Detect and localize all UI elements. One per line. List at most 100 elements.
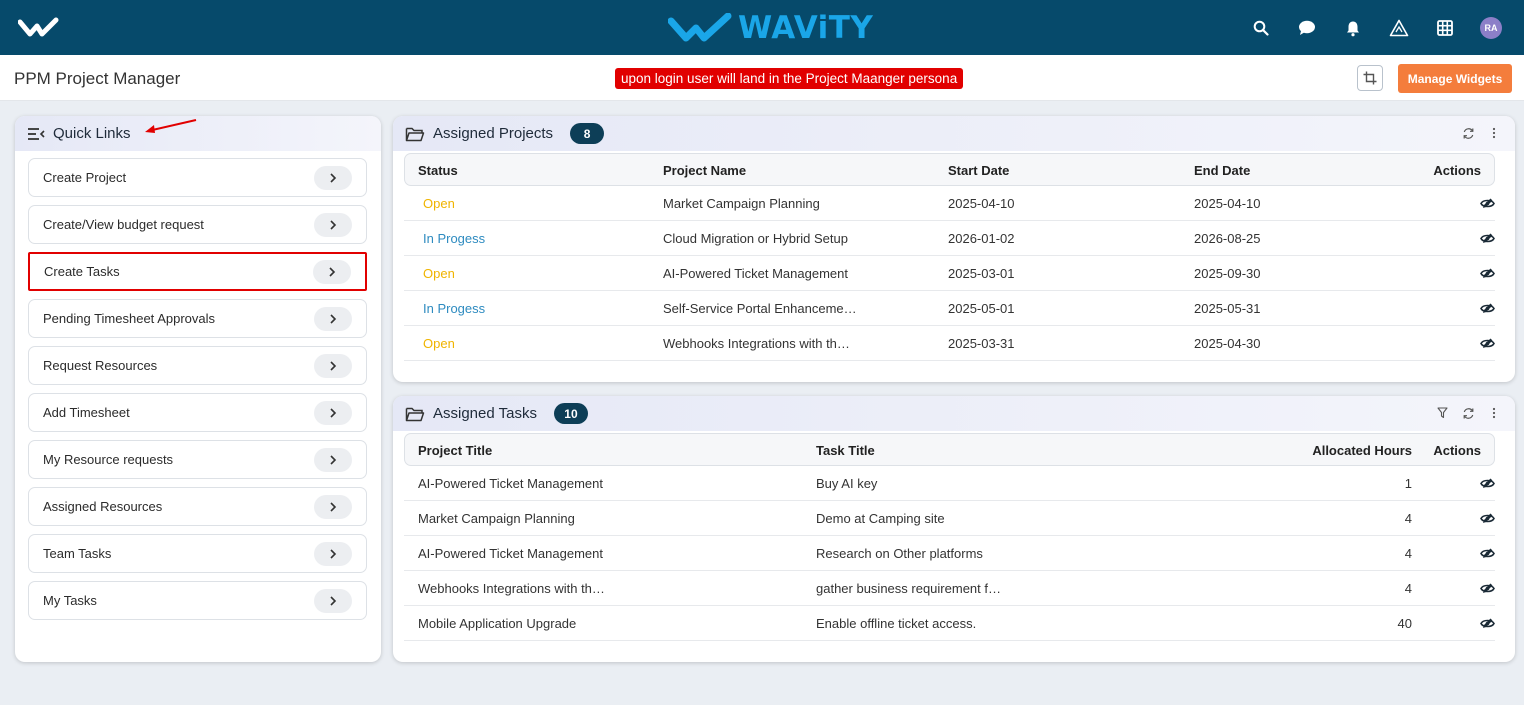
project-title-cell: Market Campaign Planning <box>418 511 575 526</box>
start-date-cell: 2025-03-31 <box>948 336 1015 351</box>
quick-link-add-timesheet[interactable]: Add Timesheet <box>28 393 367 432</box>
table-row: AI-Powered Ticket Management Buy AI key … <box>404 466 1495 501</box>
assigned-tasks-table-header: Project Title Task Title Allocated Hours… <box>404 433 1495 466</box>
crop-layout-button[interactable] <box>1357 65 1383 91</box>
table-row: Market Campaign Planning Demo at Camping… <box>404 501 1495 536</box>
view-eye-icon[interactable] <box>1479 581 1495 595</box>
end-date-cell: 2025-04-30 <box>1194 336 1261 351</box>
user-avatar-button[interactable]: RA <box>1468 14 1514 42</box>
more-vertical-icon[interactable] <box>1487 406 1501 420</box>
chevron-right-icon[interactable] <box>314 165 352 190</box>
view-eye-icon[interactable] <box>1479 266 1495 280</box>
brand-name: WAViTY <box>738 10 874 46</box>
chevron-right-icon[interactable] <box>314 447 352 472</box>
top-navigation-bar: WAViTY RA <box>0 0 1524 55</box>
search-icon[interactable] <box>1238 14 1284 42</box>
view-eye-icon[interactable] <box>1479 231 1495 245</box>
assigned-tasks-header: Assigned Tasks 10 <box>393 396 1515 431</box>
quick-link-team-tasks[interactable]: Team Tasks <box>28 534 367 573</box>
page-header: PPM Project Manager upon login user will… <box>0 55 1524 101</box>
view-eye-icon[interactable] <box>1479 511 1495 525</box>
wavity-mark-icon[interactable] <box>18 14 60 40</box>
bell-icon[interactable] <box>1330 14 1376 42</box>
quick-link-label: Pending Timesheet Approvals <box>43 311 215 326</box>
column-header-project-name[interactable]: Project Name <box>663 154 746 187</box>
chevron-right-icon[interactable] <box>314 400 352 425</box>
assigned-tasks-count-badge: 10 <box>553 403 588 424</box>
chevron-right-icon[interactable] <box>314 541 352 566</box>
quick-link-label: Create Tasks <box>44 264 120 279</box>
chevron-right-icon[interactable] <box>314 588 352 613</box>
quick-link-label: Create Project <box>43 170 127 185</box>
crop-icon <box>1363 71 1377 85</box>
table-row: In Progess Self-Service Portal Enhanceme… <box>404 291 1495 326</box>
refresh-icon[interactable] <box>1461 406 1475 420</box>
chevron-right-icon[interactable] <box>313 259 351 284</box>
quick-link-create-tasks[interactable]: Create Tasks <box>28 252 367 291</box>
quick-link-label: Team Tasks <box>43 546 112 561</box>
quick-link-assigned-resources[interactable]: Assigned Resources <box>28 487 367 526</box>
table-row: Webhooks Integrations with th… gather bu… <box>404 571 1495 606</box>
allocated-hours-cell: 1 <box>1404 476 1412 491</box>
quick-links-title: Quick Links <box>53 125 131 142</box>
quick-link-my-tasks[interactable]: My Tasks <box>28 581 367 620</box>
view-eye-icon[interactable] <box>1479 476 1495 490</box>
folder-icon <box>405 407 425 421</box>
refresh-icon[interactable] <box>1461 126 1475 140</box>
top-icons-group: RA <box>1238 14 1514 42</box>
view-eye-icon[interactable] <box>1479 336 1495 350</box>
view-eye-icon[interactable] <box>1479 546 1495 560</box>
project-title-cell: AI-Powered Ticket Management <box>418 476 603 491</box>
page-title: PPM Project Manager <box>14 69 181 88</box>
table-row: Mobile Application Upgrade Enable offlin… <box>404 606 1495 641</box>
quick-link-label: Request Resources <box>43 358 158 373</box>
start-date-cell: 2025-03-01 <box>948 266 1015 281</box>
chevron-right-icon[interactable] <box>314 212 352 237</box>
grid-icon[interactable] <box>1422 14 1468 42</box>
quick-link-budget-request[interactable]: Create/View budget request <box>28 205 367 244</box>
view-eye-icon[interactable] <box>1479 301 1495 315</box>
quick-link-my-resource-requests[interactable]: My Resource requests <box>28 440 367 479</box>
chevron-right-icon[interactable] <box>314 353 352 378</box>
status-badge: Open <box>423 336 455 351</box>
assigned-projects-tools <box>1461 126 1501 140</box>
task-title-cell: Enable offline ticket access. <box>816 616 977 631</box>
view-eye-icon[interactable] <box>1479 196 1495 210</box>
manage-widgets-button[interactable]: Manage Widgets <box>1398 64 1512 93</box>
quick-link-create-project[interactable]: Create Project <box>28 158 367 197</box>
project-name-cell: Webhooks Integrations with th… <box>663 336 850 351</box>
more-vertical-icon[interactable] <box>1487 126 1501 140</box>
status-badge: In Progess <box>423 301 486 316</box>
quick-link-timesheet-approvals[interactable]: Pending Timesheet Approvals <box>28 299 367 338</box>
quick-links-list: Create Project Create/View budget reques… <box>15 151 381 620</box>
column-header-start-date[interactable]: Start Date <box>948 154 1009 187</box>
table-row: AI-Powered Ticket Management Research on… <box>404 536 1495 571</box>
avatar: RA <box>1480 17 1502 39</box>
menu-collapse-icon[interactable] <box>27 127 45 141</box>
column-header-status[interactable]: Status <box>418 154 458 187</box>
chevron-right-icon[interactable] <box>314 306 352 331</box>
end-date-cell: 2025-04-10 <box>1194 196 1261 211</box>
quick-links-widget: Quick Links Create Project Create/View b… <box>15 116 381 662</box>
task-title-cell: Demo at Camping site <box>816 511 945 526</box>
allocated-hours-cell: 4 <box>1404 581 1412 596</box>
quick-link-request-resources[interactable]: Request Resources <box>28 346 367 385</box>
quick-link-label: Assigned Resources <box>43 499 163 514</box>
column-header-task-title[interactable]: Task Title <box>816 434 875 467</box>
quick-link-label: Add Timesheet <box>43 405 130 420</box>
assigned-projects-table-header: Status Project Name Start Date End Date … <box>404 153 1495 186</box>
column-header-allocated-hours[interactable]: Allocated Hours <box>1312 434 1412 467</box>
project-name-cell: Cloud Migration or Hybrid Setup <box>663 231 848 246</box>
column-header-project-title[interactable]: Project Title <box>418 434 492 467</box>
chat-icon[interactable] <box>1284 14 1330 42</box>
view-eye-icon[interactable] <box>1479 616 1495 630</box>
assigned-projects-title: Assigned Projects <box>433 125 554 142</box>
assigned-projects-widget: Assigned Projects 8 Status Project Name … <box>393 116 1515 382</box>
column-header-end-date[interactable]: End Date <box>1194 154 1250 187</box>
alert-triangle-icon[interactable] <box>1376 14 1422 42</box>
chevron-right-icon[interactable] <box>314 494 352 519</box>
start-date-cell: 2026-01-02 <box>948 231 1015 246</box>
filter-icon[interactable] <box>1435 406 1449 420</box>
allocated-hours-cell: 4 <box>1404 546 1412 561</box>
annotation-arrow-icon <box>145 119 197 133</box>
